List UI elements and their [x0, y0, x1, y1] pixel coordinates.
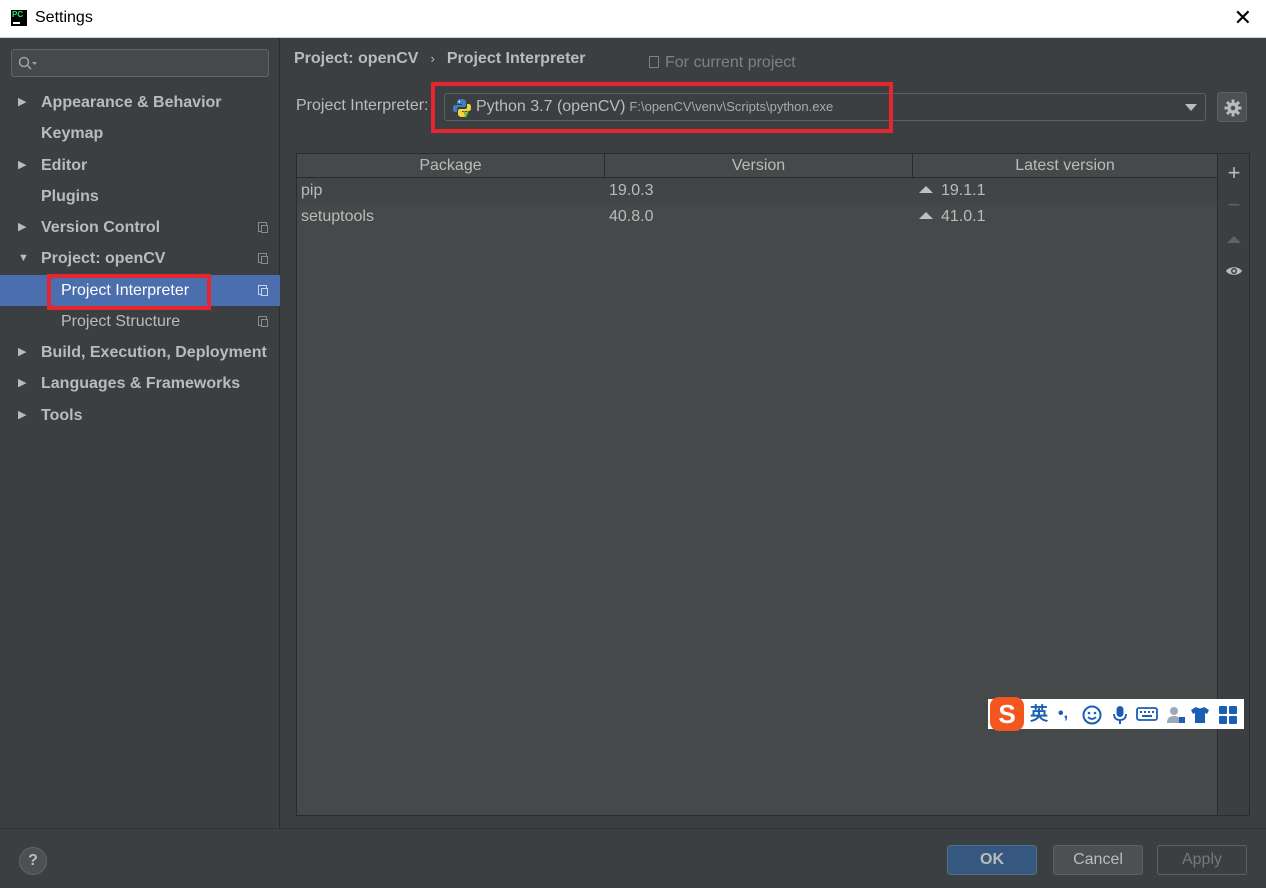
collapse-arrow-icon: ▼ — [18, 252, 29, 264]
pycharm-icon: PC — [11, 10, 27, 26]
close-icon[interactable]: ✕ — [1234, 6, 1252, 30]
expand-arrow-icon: ▶ — [18, 346, 27, 358]
table-row[interactable]: pip 19.0.3 19.1.1 — [297, 178, 1217, 204]
interpreter-label: Project Interpreter: — [296, 97, 429, 114]
cell-package: pip — [301, 182, 323, 199]
add-package-button[interactable]: + — [1219, 160, 1249, 186]
sidebar-item-languages-frameworks[interactable]: ▶ Languages & Frameworks — [0, 368, 280, 399]
sogou-logo[interactable]: S — [990, 697, 1024, 731]
ime-language-toggle[interactable]: 英 — [1030, 702, 1048, 726]
expand-arrow-icon: ▶ — [18, 409, 27, 421]
ok-button[interactable]: OK — [947, 845, 1037, 875]
title-bar: PC Settings ✕ — [0, 0, 1266, 38]
gear-icon — [1224, 99, 1242, 117]
expand-arrow-icon: ▶ — [18, 96, 27, 108]
table-row[interactable]: setuptools 40.8.0 41.0.1 — [297, 204, 1217, 230]
ime-toolbar: S 英 •, — [988, 697, 1244, 731]
project-scope-icon — [649, 56, 659, 68]
sidebar-item-version-control[interactable]: ▶ Version Control — [0, 212, 280, 243]
sidebar-item-editor[interactable]: ▶ Editor — [0, 150, 280, 181]
scope-note: For current project — [649, 54, 796, 72]
expand-arrow-icon: ▶ — [18, 221, 27, 233]
sidebar-item-appearance-behavior[interactable]: ▶ Appearance & Behavior — [0, 87, 280, 118]
breadcrumb: Project: openCV › Project Interpreter — [294, 50, 586, 68]
show-early-releases-button[interactable] — [1219, 257, 1249, 283]
remove-package-button[interactable]: − — [1219, 192, 1249, 218]
eye-icon — [1226, 267, 1242, 275]
search-icon — [18, 56, 37, 70]
breadcrumb-current: Project Interpreter — [446, 50, 586, 67]
keyboard-icon[interactable] — [1136, 706, 1158, 722]
cell-version: 40.8.0 — [609, 208, 654, 225]
help-button[interactable]: ? — [19, 847, 47, 875]
sidebar-item-keymap[interactable]: Keymap — [0, 118, 280, 149]
cell-latest-value: 41.0.1 — [941, 208, 986, 225]
window-title: Settings — [35, 9, 93, 26]
cell-latest-value: 19.1.1 — [941, 182, 986, 199]
column-header-latest-version[interactable]: Latest version — [913, 154, 1217, 177]
project-scope-icon — [258, 316, 268, 327]
column-header-version[interactable]: Version — [605, 154, 913, 177]
breadcrumb-project[interactable]: Project: openCV — [294, 50, 418, 67]
cell-package: setuptools — [301, 208, 374, 225]
upgrade-package-button[interactable] — [1219, 224, 1249, 250]
ime-punctuation-toggle[interactable]: •, — [1058, 702, 1068, 726]
highlight-box-sidebar — [47, 274, 211, 310]
search-input[interactable] — [11, 49, 269, 77]
chevron-down-icon — [1185, 104, 1197, 111]
user-icon[interactable] — [1166, 705, 1186, 725]
expand-arrow-icon: ▶ — [18, 159, 27, 171]
scope-note-label: For current project — [665, 54, 796, 71]
upgrade-available-icon — [919, 186, 933, 193]
gear-button[interactable] — [1217, 92, 1247, 122]
cell-latest: 41.0.1 — [919, 204, 985, 230]
apply-button[interactable]: Apply — [1157, 845, 1247, 875]
upgrade-available-icon — [919, 212, 933, 219]
upgrade-icon — [1227, 236, 1241, 243]
expand-arrow-icon: ▶ — [18, 377, 27, 389]
breadcrumb-separator: › — [430, 51, 435, 66]
emoji-icon[interactable] — [1082, 705, 1102, 725]
project-scope-icon — [258, 253, 268, 264]
sidebar-item-build-execution-deployment[interactable]: ▶ Build, Execution, Deployment — [0, 337, 280, 368]
column-header-package[interactable]: Package — [297, 154, 605, 177]
cell-version: 19.0.3 — [609, 182, 654, 199]
table-header: Package Version Latest version — [297, 154, 1217, 178]
sidebar-item-project-structure[interactable]: Project Structure — [0, 306, 280, 337]
sidebar-item-plugins[interactable]: Plugins — [0, 181, 280, 212]
highlight-box-interpreter — [431, 82, 893, 133]
skin-icon[interactable] — [1190, 706, 1210, 724]
sidebar-item-tools[interactable]: ▶ Tools — [0, 400, 280, 431]
dialog-footer: ? OK Cancel Apply — [0, 828, 1266, 888]
project-scope-icon — [258, 285, 268, 296]
sidebar-item-project-opencv[interactable]: ▼ Project: openCV — [0, 243, 280, 274]
cancel-button[interactable]: Cancel — [1053, 845, 1143, 875]
project-scope-icon — [258, 222, 268, 233]
mic-icon[interactable] — [1112, 705, 1128, 725]
grid-icon[interactable] — [1218, 705, 1238, 725]
cell-latest: 19.1.1 — [919, 178, 985, 204]
settings-sidebar: ▶ Appearance & Behavior Keymap ▶ Editor … — [0, 38, 280, 828]
